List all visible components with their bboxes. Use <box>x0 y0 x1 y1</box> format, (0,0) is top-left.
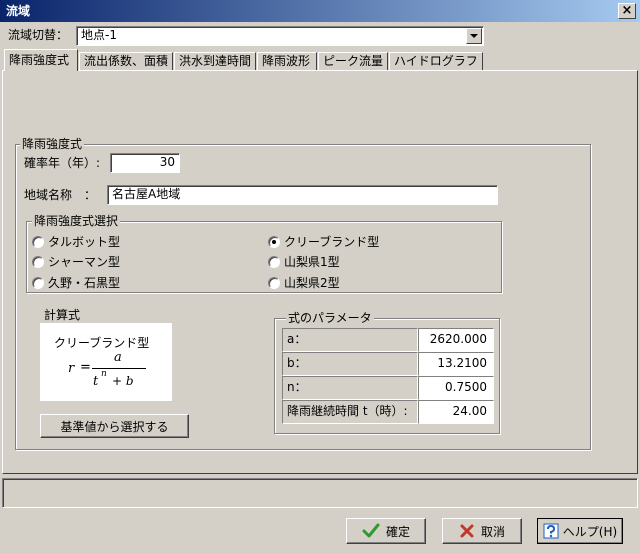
formula-den-base: t <box>93 374 99 389</box>
param-a-input[interactable]: 2620.000 <box>418 328 494 352</box>
close-icon: × <box>621 3 633 18</box>
radio-circle <box>32 236 44 248</box>
radio-label: 山梨県1型 <box>284 255 340 269</box>
formula-title: 計算式 <box>44 308 81 322</box>
param-n-label: n： <box>282 376 418 400</box>
radio-yamanashi-2[interactable]: 山梨県2型 <box>268 275 468 291</box>
close-x-icon <box>460 524 474 538</box>
tab-peak-flow[interactable]: ピーク流量 <box>318 52 388 70</box>
param-n-input[interactable]: 0.7500 <box>418 376 494 400</box>
checkmark-icon <box>362 523 380 538</box>
window-title: 流域 <box>0 0 640 22</box>
param-b-input[interactable]: 13.2100 <box>418 352 494 376</box>
cancel-label: 取消 <box>480 524 505 539</box>
radio-circle <box>32 256 44 268</box>
basin-switch-dropdown-button[interactable] <box>466 28 482 44</box>
param-duration-label: 降雨継続時間 t（時）: <box>282 400 418 424</box>
help-question-icon <box>543 523 559 539</box>
chevron-down-icon <box>470 34 478 38</box>
tab-rain-intensity[interactable]: 降雨強度式 <box>4 49 78 71</box>
ok-button[interactable]: 確定 <box>346 518 426 544</box>
formula-selection-title: 降雨強度式選択 <box>32 214 121 228</box>
radio-label: 山梨県2型 <box>284 276 340 290</box>
select-from-reference-button[interactable]: 基準値から選択する <box>40 414 189 438</box>
formula-display: クリーブランド型 r = a t n + b <box>40 323 172 401</box>
status-bar <box>2 478 638 508</box>
radio-label: シャーマン型 <box>48 255 121 269</box>
help-label: ヘルプ(H) <box>562 524 618 539</box>
cancel-button[interactable]: 取消 <box>442 518 522 544</box>
param-duration-input[interactable]: 24.00 <box>418 400 494 424</box>
basin-switch-value: 地点-1 <box>81 28 117 42</box>
param-b-label: b： <box>282 352 418 376</box>
return-period-input[interactable]: 30 <box>110 153 180 173</box>
radio-yamanashi-1[interactable]: 山梨県1型 <box>268 254 468 270</box>
radio-talbot[interactable]: タルボット型 <box>32 234 232 250</box>
tab-arrival-time[interactable]: 洪水到達時間 <box>174 52 256 70</box>
radio-label: タルボット型 <box>48 235 121 249</box>
region-name-label: 地域名称 ： <box>24 188 97 202</box>
basin-switch-label: 流域切替： <box>8 28 69 42</box>
intensity-group-title: 降雨強度式 <box>20 137 85 151</box>
radio-kuno-ishiguro[interactable]: 久野・石黒型 <box>32 275 232 291</box>
help-button[interactable]: ヘルプ(H) <box>537 518 623 544</box>
tab-rain-waveform[interactable]: 降雨波形 <box>257 52 317 70</box>
formula-den-rest: + b <box>112 374 134 388</box>
radio-circle <box>32 277 44 289</box>
radio-circle-selected <box>268 236 280 248</box>
formula-equals: = <box>80 360 91 375</box>
formula-den-exponent: n <box>101 369 107 379</box>
radio-label: クリーブランド型 <box>284 235 380 249</box>
return-period-label: 確率年（年）: <box>24 156 101 170</box>
radio-sherman[interactable]: シャーマン型 <box>32 254 232 270</box>
params-title: 式のパラメータ <box>286 311 374 325</box>
radio-circle <box>268 256 280 268</box>
formula-lhs: r <box>68 361 75 376</box>
region-name-input[interactable]: 名古屋A地域 <box>107 185 498 205</box>
basin-switch-select[interactable]: 地点-1 <box>76 26 484 46</box>
param-a-label: a： <box>282 328 418 352</box>
tab-hydrograph[interactable]: ハイドログラフ <box>389 52 483 70</box>
formula-name: クリーブランド型 <box>54 336 150 350</box>
radio-label: 久野・石黒型 <box>48 276 121 290</box>
ok-label: 確定 <box>385 524 410 539</box>
close-button[interactable]: × <box>618 3 636 19</box>
tab-runoff-area[interactable]: 流出係数、面積 <box>79 52 173 70</box>
radio-circle <box>268 277 280 289</box>
formula-den-rest-text: + b <box>112 374 134 388</box>
radio-cleveland[interactable]: クリーブランド型 <box>268 234 468 250</box>
formula-numerator: a <box>114 350 122 365</box>
